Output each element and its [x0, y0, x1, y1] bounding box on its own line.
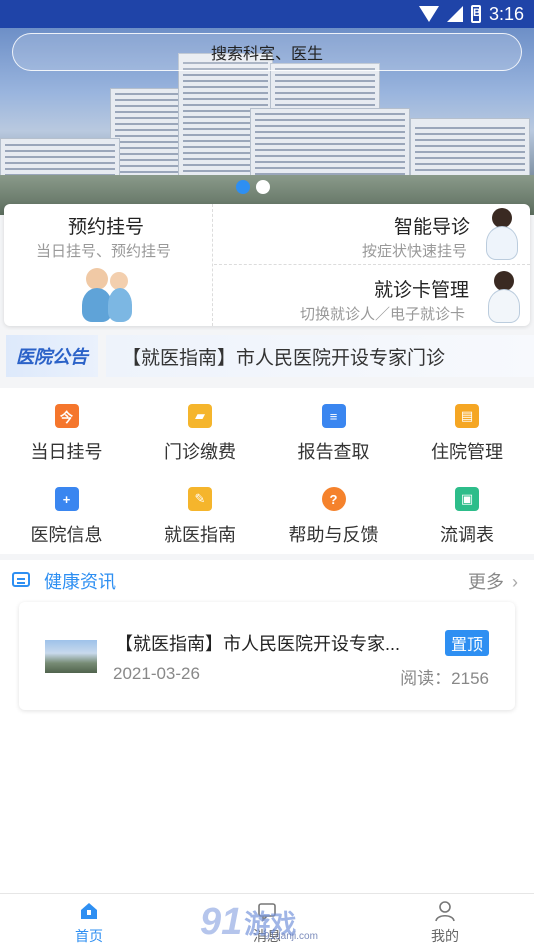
watermark-91: 91	[200, 901, 243, 943]
notice-logo: 医院公告	[6, 335, 98, 377]
pagination-dot[interactable]	[256, 180, 270, 194]
tab-mine-label: 我的	[431, 928, 459, 944]
card-manage-title: 就诊卡管理	[374, 280, 470, 301]
grid-item-8[interactable]: ▣ 流调表	[401, 471, 534, 554]
tab-home-label: 首页	[75, 928, 103, 944]
guide-icon: ✎	[188, 487, 212, 511]
grid-item-label: 当日挂号	[30, 442, 103, 462]
watermark-url: 91danji.com	[264, 931, 318, 942]
watermark-logo: 91 游戏 91danji.com	[200, 895, 340, 950]
grid-item-1[interactable]: 今当日挂号	[0, 388, 133, 471]
card-manage-entry[interactable]: 就诊卡管理 切换就诊人／电子就诊卡	[214, 265, 530, 326]
smart-guide-entry[interactable]: 智能导诊 按症状快速挂号	[214, 204, 530, 265]
battery-icon: B	[470, 5, 481, 23]
appointment-entry[interactable]: 预约挂号 当日挂号、预约挂号	[4, 204, 213, 326]
home-icon	[78, 900, 100, 922]
grid-item-label: 报告查取	[297, 442, 370, 462]
pagination-dot[interactable]	[236, 180, 250, 194]
news-icon	[12, 572, 30, 587]
status-bar: B 3:16	[0, 0, 534, 28]
news-thumbnail	[45, 640, 97, 673]
grid-item-label: 住院管理	[431, 442, 503, 462]
user-icon	[434, 900, 456, 922]
inpatient-icon: ▤	[455, 404, 479, 428]
grid-item-label: 帮助与反馈	[288, 525, 379, 545]
news-date: 2021-03-26	[113, 664, 200, 683]
grid-item-7[interactable]: ? 帮助与反馈	[267, 471, 400, 554]
wifi-icon	[418, 6, 439, 22]
tab-mine[interactable]: 我的	[385, 894, 505, 950]
hospital-icon: +	[54, 487, 79, 511]
more-label: 更多	[468, 572, 504, 592]
grid-item-6[interactable]: ✎ 就医指南	[134, 471, 267, 554]
banner-pagination	[236, 180, 270, 194]
grid-item-label: 医院信息	[30, 525, 103, 545]
search-input[interactable]: 搜索科室、医生	[12, 33, 522, 71]
search-placeholder: 搜索科室、医生	[210, 46, 323, 63]
news-list: 【就医指南】市人民医院开设专家... 置顶 2021-03-26 阅读：2156	[0, 600, 534, 893]
doctors-illustration	[82, 264, 132, 322]
card-manage-subtitle: 切换就诊人／电子就诊卡	[300, 306, 466, 323]
grid-item-label: 流调表	[440, 525, 494, 545]
smart-guide-title: 智能导诊	[394, 217, 471, 238]
quick-entry-card: 预约挂号 当日挂号、预约挂号 智能导诊 按症状快速挂号 就诊卡管理 切换就诊人／…	[4, 204, 530, 326]
news-headline: 【就医指南】市人民医院开设专家...	[115, 634, 401, 654]
help-icon: ?	[321, 487, 346, 511]
grid-item-label: 就医指南	[164, 525, 236, 545]
status-time: 3:16	[488, 3, 524, 24]
news-header: 健康资讯 更多 ›	[0, 560, 534, 600]
more-link[interactable]: 更多 ›	[468, 568, 518, 594]
tab-home[interactable]: 首页	[29, 894, 149, 950]
smart-guide-subtitle: 按症状快速挂号	[362, 243, 468, 260]
grid-item-label: 门诊缴费	[164, 442, 236, 462]
grid-item-4[interactable]: ▤ 住院管理	[401, 388, 534, 471]
news-read-count: 阅读：2156	[400, 669, 489, 688]
signal-icon	[446, 6, 463, 22]
pinned-badge: 置顶	[444, 630, 489, 656]
survey-icon: ▣	[455, 487, 479, 511]
doctor-icon	[484, 269, 524, 325]
calendar-today-icon: 今	[54, 404, 79, 428]
hospital-banner[interactable]: 搜索科室、医生	[0, 28, 534, 215]
nurse-icon	[482, 206, 522, 262]
news-section-title: 健康资讯	[44, 572, 116, 592]
news-item[interactable]: 【就医指南】市人民医院开设专家... 置顶 2021-03-26 阅读：2156	[19, 602, 515, 710]
grid-item-3[interactable]: ≡ 报告查取	[267, 388, 400, 471]
appointment-title: 预约挂号	[68, 217, 145, 238]
report-search-icon: ≡	[321, 404, 346, 428]
grid-item-5[interactable]: + 医院信息	[0, 471, 133, 554]
wallet-icon: ▰	[188, 404, 212, 428]
function-grid: 今当日挂号 ▰ 门诊缴费 ≡ 报告查取 ▤ 住院管理 + 医院信息 ✎ 就医指南? 帮助与反馈 ▣ 流调表	[0, 388, 534, 554]
grid-item-2[interactable]: ▰ 门诊缴费	[134, 388, 267, 471]
hospital-notice[interactable]: 医院公告 【就医指南】市人民医院开设专家门诊	[0, 330, 534, 382]
notice-text[interactable]: 【就医指南】市人民医院开设专家门诊	[106, 335, 534, 377]
appointment-subtitle: 当日挂号、预约挂号	[36, 243, 172, 260]
chevron-right-icon: ›	[512, 572, 518, 592]
